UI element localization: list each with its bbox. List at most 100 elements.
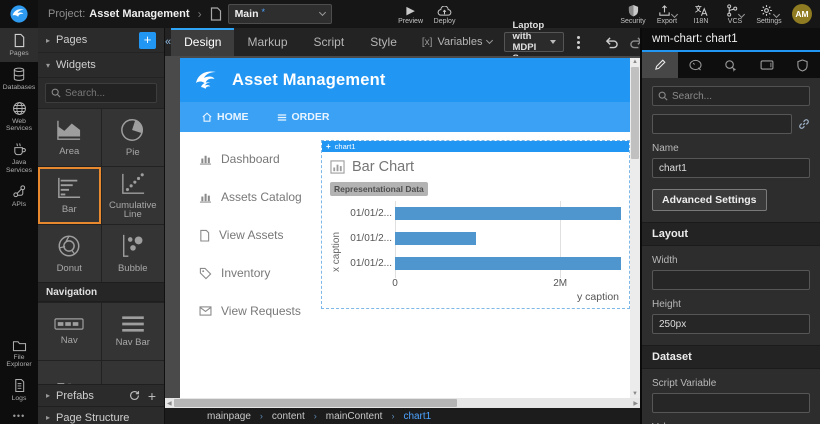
widgets-section-header[interactable]: ▾ Widgets	[38, 53, 164, 78]
widget-tile-bar[interactable]: Bar	[38, 167, 101, 224]
rail-label: Web Services	[1, 118, 37, 134]
tab-events[interactable]	[713, 52, 749, 78]
chevron-down-icon	[319, 9, 326, 16]
collapsed-triangle-icon: ▸	[46, 413, 50, 422]
deploy-button[interactable]: Deploy	[428, 0, 462, 28]
width-label: Width	[652, 255, 810, 266]
sidebar-item-dashboard[interactable]: Dashboard	[199, 152, 320, 166]
widget-tile-area[interactable]: Area	[38, 109, 101, 166]
prefabs-section-header[interactable]: ▸ Prefabs +	[38, 384, 164, 406]
scrollbar-thumb[interactable]	[174, 399, 458, 407]
bind-link-icon[interactable]	[798, 118, 810, 130]
scroll-up-arrow[interactable]: ▲	[632, 58, 638, 66]
rail-more-button[interactable]: •••	[0, 407, 38, 424]
widget-selection-tag[interactable]: + chart1	[322, 141, 629, 152]
tab-styles[interactable]	[678, 52, 714, 78]
add-page-button[interactable]: +	[139, 32, 156, 49]
page-structure-section-header[interactable]: ▸ Page Structure	[38, 406, 164, 424]
scrollbar-thumb[interactable]	[631, 67, 639, 159]
caret-down-icon	[550, 40, 556, 44]
tab-script[interactable]: Script	[301, 28, 358, 56]
branch-select[interactable]: Main *	[228, 4, 332, 24]
widget-tile-donut[interactable]: Donut	[38, 225, 101, 282]
refresh-icon[interactable]	[129, 390, 140, 401]
tab-properties[interactable]	[642, 52, 678, 78]
advanced-settings-button[interactable]: Advanced Settings	[652, 189, 767, 211]
variables-icon: [x]	[422, 37, 433, 48]
scroll-left-arrow[interactable]: ◀	[165, 400, 174, 407]
device-select[interactable]: Laptop with MDPI Screen	[504, 32, 564, 52]
widget-tile-dropdown[interactable]	[102, 361, 165, 384]
preview-button[interactable]: ▶ Preview	[394, 0, 428, 28]
undo-button[interactable]	[599, 36, 624, 49]
security-button[interactable]: Security	[616, 0, 650, 28]
name-input[interactable]	[652, 158, 810, 178]
rail-item-web-services[interactable]: Web Services	[0, 96, 38, 138]
tab-security[interactable]	[784, 52, 820, 78]
canvas-vertical-scrollbar[interactable]: ▲ ▼	[630, 58, 640, 398]
cumulative-line-icon	[119, 172, 147, 196]
nav-tiles-grid: Nav Nav Bar	[38, 302, 164, 360]
widget-search[interactable]	[45, 83, 157, 103]
rail-item-logs[interactable]: Logs	[0, 373, 38, 407]
breadcrumb-maincontent[interactable]: mainContent	[326, 411, 383, 422]
tab-design[interactable]: Design	[171, 28, 234, 56]
sidebar-item-assets-catalog[interactable]: Assets Catalog	[199, 190, 320, 204]
nav-item-order[interactable]: ORDER	[277, 111, 330, 123]
user-avatar[interactable]: AM	[792, 4, 812, 24]
export-button[interactable]: Export	[650, 0, 684, 28]
collapsed-triangle-icon: ▸	[46, 36, 50, 45]
nav-icon	[54, 317, 84, 331]
widget-tile-nav-bar[interactable]: Nav Bar	[102, 303, 165, 360]
expanded-triangle-icon: ▾	[46, 61, 50, 70]
nav-item-home[interactable]: HOME	[202, 111, 249, 123]
chart-bar[interactable]	[395, 207, 621, 220]
widget-tile-cumulative-line[interactable]: Cumulative Line	[102, 167, 165, 224]
widget-search-input[interactable]	[65, 88, 151, 99]
settings-button[interactable]: Settings	[752, 0, 786, 28]
property-search[interactable]	[652, 86, 810, 106]
script-variable-input[interactable]	[652, 393, 810, 413]
rail-item-file-explorer[interactable]: File Explorer	[0, 334, 38, 374]
chart-icon	[199, 191, 212, 203]
rail-item-java-services[interactable]: Java Services	[0, 137, 38, 179]
tab-device[interactable]	[749, 52, 785, 78]
sidebar-item-inventory[interactable]: Inventory	[199, 266, 320, 280]
rail-item-apis[interactable]: APIs	[0, 179, 38, 213]
chart-title: Bar Chart	[352, 159, 414, 175]
scroll-right-arrow[interactable]: ▶	[631, 400, 640, 407]
bound-property-input[interactable]	[652, 114, 792, 134]
vcs-button[interactable]: VCS	[718, 0, 752, 28]
height-input[interactable]	[652, 314, 810, 334]
widget-tile-breadcrumb[interactable]	[38, 361, 101, 384]
widget-tile-pie[interactable]: Pie	[102, 109, 165, 166]
property-search-input[interactable]	[672, 91, 804, 102]
magnifier-pointer-icon	[724, 59, 737, 72]
wavemaker-logo[interactable]	[0, 0, 38, 28]
chart-bar[interactable]	[395, 257, 621, 270]
add-prefab-button[interactable]: +	[148, 391, 156, 401]
widget-tile-nav[interactable]: Nav	[38, 303, 101, 360]
rail-item-pages[interactable]: Pages	[0, 28, 38, 62]
envelope-icon	[199, 306, 212, 316]
chart-plot-wrap: x caption 01/01/2...01/01/2...01/01/2...…	[330, 201, 629, 290]
tab-markup[interactable]: Markup	[234, 28, 300, 56]
scroll-down-arrow[interactable]: ▼	[632, 390, 638, 398]
sidebar-item-view-requests[interactable]: View Requests	[199, 304, 320, 318]
widget-tile-bubble[interactable]: Bubble	[102, 225, 165, 282]
canvas-horizontal-scrollbar[interactable]: ◀ ▶	[165, 398, 640, 408]
chart-bar[interactable]	[395, 232, 476, 245]
variables-dropdown[interactable]: [x] Variables	[422, 28, 493, 56]
width-input[interactable]	[652, 270, 810, 290]
chart-widget[interactable]: + chart1 Bar Chart Representational Data	[321, 140, 630, 309]
more-options-button[interactable]	[574, 33, 583, 52]
breadcrumb-chart1[interactable]: chart1	[403, 411, 431, 422]
sidebar-item-view-assets[interactable]: View Assets	[199, 228, 320, 242]
globe-icon	[12, 101, 27, 116]
breadcrumb-mainpage[interactable]: mainpage	[207, 411, 251, 422]
tab-style[interactable]: Style	[357, 28, 410, 56]
rail-item-databases[interactable]: Databases	[0, 62, 38, 96]
i18n-button[interactable]: I18N	[684, 0, 718, 28]
pages-section-header[interactable]: ▸ Pages +	[38, 28, 164, 53]
breadcrumb-content[interactable]: content	[272, 411, 305, 422]
